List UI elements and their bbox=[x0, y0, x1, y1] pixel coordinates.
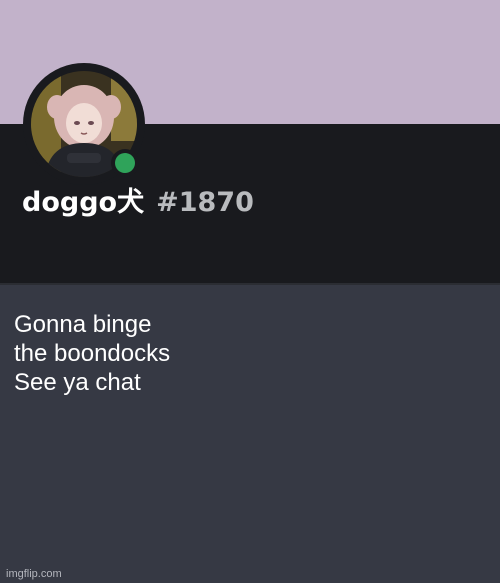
bio: Gonna binge the boondocks See ya chat bbox=[14, 310, 484, 397]
bio-line: Gonna binge bbox=[14, 311, 152, 338]
section-divider bbox=[0, 283, 500, 285]
discriminator: #1870 bbox=[156, 187, 254, 218]
username[interactable]: doggo犬 bbox=[22, 180, 144, 219]
name-row: doggo犬 #1870 bbox=[22, 180, 254, 220]
online-status-icon bbox=[111, 149, 139, 177]
bio-line: See ya chat bbox=[14, 369, 141, 396]
watermark: imgflip.com bbox=[6, 568, 62, 580]
bio-line: the boondocks bbox=[14, 340, 171, 367]
